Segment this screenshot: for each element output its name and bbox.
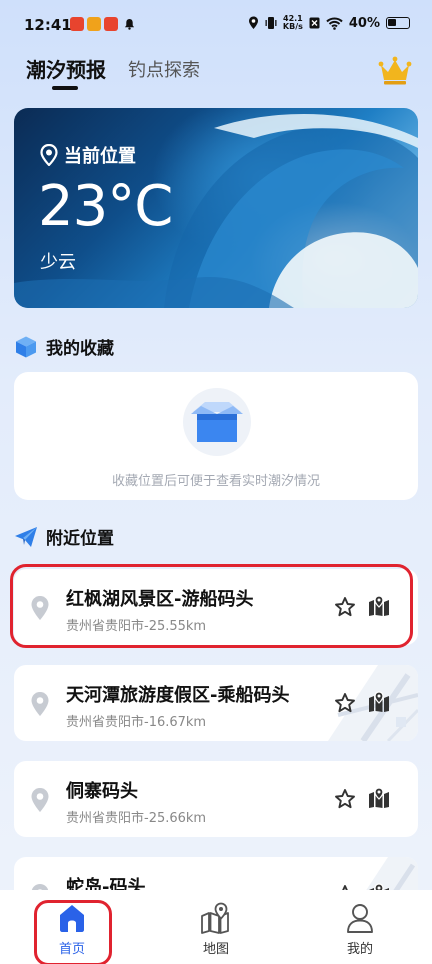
tab-tide-forecast[interactable]: 潮汐预报 [26,54,106,90]
location-name: 天河潭旅游度假区-乘船码头 [66,685,290,706]
notification-icons [70,17,118,31]
nav-profile[interactable]: 我的 [288,890,432,964]
favorites-title: 我的收藏 [46,339,114,359]
nav-map-label: 地图 [202,942,229,957]
status-indicators: 42.1 KB/s 40% [248,15,410,31]
list-item[interactable]: 天河潭旅游度假区-乘船码头 贵州省贵阳市-16.67km [14,665,418,741]
map-location-icon[interactable] [368,691,390,713]
app-notification-icon [104,17,118,31]
paper-plane-icon [15,526,37,547]
map-icon [201,902,229,934]
battery-icon [386,17,410,29]
status-time: 12:41 [24,16,72,34]
current-weather-card[interactable]: 当前位置 23°C 少云 [14,108,418,308]
star-icon[interactable] [334,788,356,810]
selected-item-highlight [10,564,413,648]
user-icon [347,904,373,933]
location-status-icon [248,16,258,29]
current-location: 当前位置 [40,142,136,168]
nav-home-highlight [34,900,112,964]
favorites-header: 我的收藏 [14,334,114,359]
vibrate-icon [265,17,277,29]
app-notification-icon [70,17,84,31]
nearby-title: 附近位置 [46,529,114,549]
location-name: 侗寨码头 [66,781,138,802]
wifi-icon [326,17,343,30]
battery-percent: 40% [348,15,380,31]
bell-icon [124,18,135,30]
empty-box-icon [183,388,251,456]
favorites-empty-text: 收藏位置后可便于查看实时潮汐情况 [111,474,320,489]
network-speed-unit: KB/s [282,22,303,31]
current-location-label: 当前位置 [64,146,136,167]
cube-icon [16,336,36,357]
location-detail: 贵州省贵阳市-25.66km [66,811,207,826]
location-pin-icon [31,692,49,716]
location-detail: 贵州省贵阳市-16.67km [66,715,207,730]
nav-map[interactable]: 地图 [144,890,288,964]
favorites-card: 收藏位置后可便于查看实时潮汐情况 [14,372,418,500]
location-pin-icon [31,788,49,812]
status-bar: 12:41 42.1 KB/s 40% [0,0,432,50]
star-icon[interactable] [334,692,356,714]
temperature: 23°C [38,174,173,239]
nav-profile-label: 我的 [346,942,373,957]
top-tabs: 潮汐预报 钓点探索 [26,54,200,90]
weather-condition: 少云 [40,252,76,273]
no-sim-icon [309,17,320,29]
list-item[interactable]: 侗寨码头 贵州省贵阳市-25.66km [14,761,418,837]
crown-icon[interactable] [378,56,412,86]
map-location-icon[interactable] [368,787,390,809]
tab-fishing-spots[interactable]: 钓点探索 [128,56,200,83]
weibo-notification-icon [87,17,101,31]
nearby-header: 附近位置 [14,524,114,549]
network-speed: 42.1 KB/s [283,15,303,31]
location-pin-icon [40,144,58,166]
